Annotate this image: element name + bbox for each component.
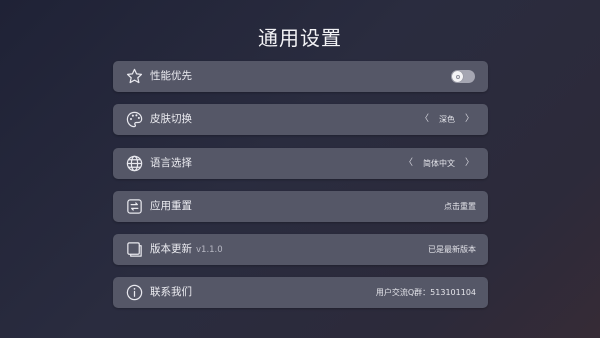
globe-icon: [125, 154, 144, 173]
setting-label-reset: 应用重置: [150, 199, 192, 212]
settings-list: 性能优先 皮肤切换 〈 深色 〉 语言选择 〈 简体中文 〉 应用重置 点击重置…: [113, 61, 488, 321]
chevron-left-icon[interactable]: 〈: [418, 104, 431, 135]
chevron-right-icon[interactable]: 〉: [463, 148, 476, 179]
performance-toggle[interactable]: [451, 70, 475, 83]
setting-label-contact: 联系我们: [150, 286, 192, 299]
contact-group-text: 用户交流Q群：513101104: [375, 288, 476, 298]
reset-icon: [125, 197, 144, 216]
setting-row-language[interactable]: 语言选择 〈 简体中文 〉: [113, 147, 488, 179]
document-icon: [125, 240, 144, 259]
palette-icon: [125, 110, 144, 129]
page-title: 通用设置: [258, 26, 342, 50]
toggle-knob: [452, 71, 463, 82]
setting-label-skin: 皮肤切换: [150, 113, 192, 126]
language-selector: 〈 简体中文 〉: [402, 148, 476, 179]
update-status: 已是最新版本: [428, 234, 476, 265]
contact-detail: 用户交流Q群：513101104: [376, 277, 476, 308]
setting-row-update[interactable]: 版本更新 v1.1.0 已是最新版本: [113, 234, 488, 266]
chevron-right-icon[interactable]: 〉: [463, 104, 476, 135]
setting-row-skin[interactable]: 皮肤切换 〈 深色 〉: [113, 104, 488, 136]
skin-selector: 〈 深色 〉: [418, 104, 476, 135]
reset-action[interactable]: 点击重置: [444, 191, 476, 222]
star-outline-icon: [125, 67, 144, 86]
setting-row-reset[interactable]: 应用重置 点击重置: [113, 190, 488, 222]
reset-action-text[interactable]: 点击重置: [444, 191, 476, 222]
update-status-text: 已是最新版本: [428, 245, 476, 255]
skin-value: 深色: [438, 115, 455, 125]
setting-row-performance[interactable]: 性能优先: [113, 61, 488, 92]
update-label-text: 版本更新: [150, 243, 192, 256]
setting-row-contact[interactable]: 联系我们 用户交流Q群：513101104: [113, 277, 488, 309]
setting-label-language: 语言选择: [150, 156, 192, 169]
info-icon: [125, 283, 144, 302]
setting-label-performance: 性能优先: [150, 70, 192, 82]
chevron-left-icon[interactable]: 〈: [402, 148, 415, 179]
language-value: 简体中文: [422, 158, 455, 168]
version-number: v1.1.0: [196, 245, 223, 256]
setting-label-update: 版本更新 v1.1.0: [150, 234, 223, 265]
